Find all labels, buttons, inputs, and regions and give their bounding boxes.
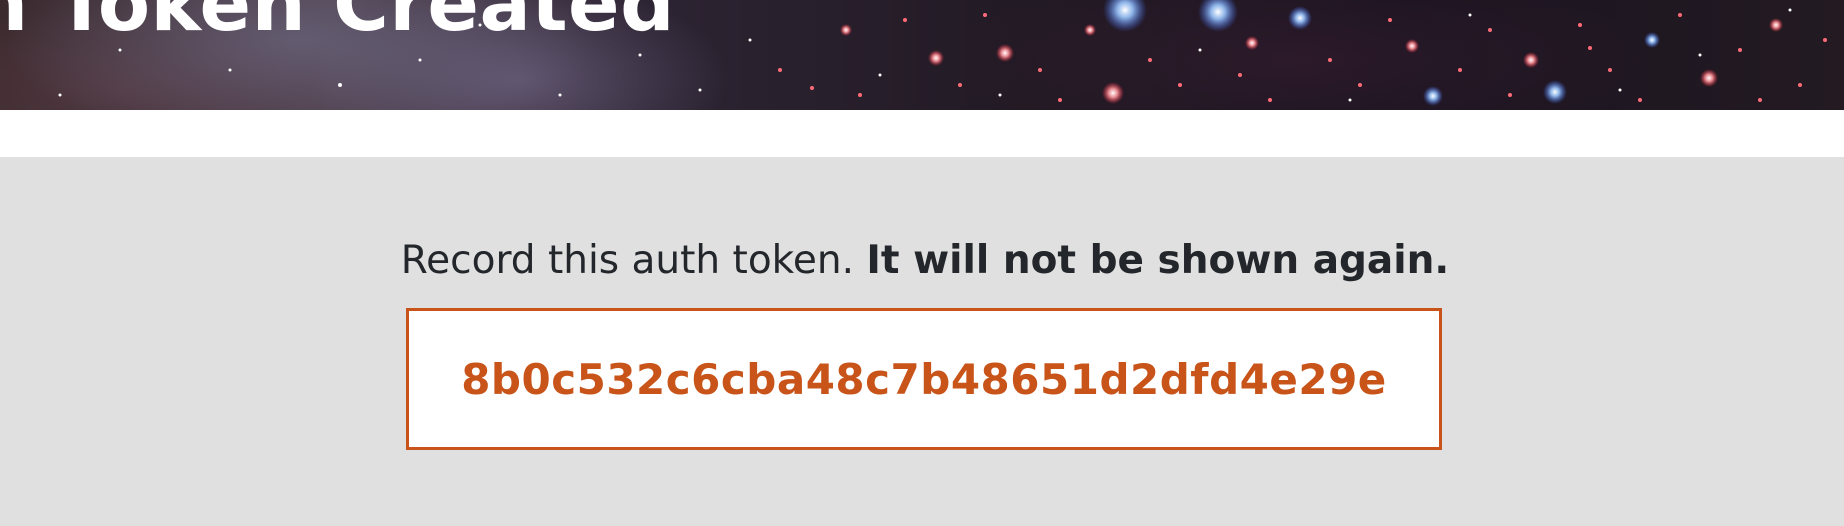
auth-token-value[interactable]: 8b0c532c6cba48c7b48651d2dfd4e29e (461, 355, 1387, 404)
notice-text: Record this auth token. (400, 238, 867, 283)
token-box[interactable]: 8b0c532c6cba48c7b48651d2dfd4e29e (406, 308, 1442, 450)
notice-warning: It will not be shown again. (866, 238, 1450, 283)
main-content: Record this auth token. It will not be s… (0, 157, 1844, 526)
page-title: n Token Created (0, 0, 675, 48)
token-notice: Record this auth token. It will not be s… (0, 237, 1844, 285)
header-divider-strip (0, 110, 1844, 157)
hero-banner: n Token Created (0, 0, 1844, 110)
